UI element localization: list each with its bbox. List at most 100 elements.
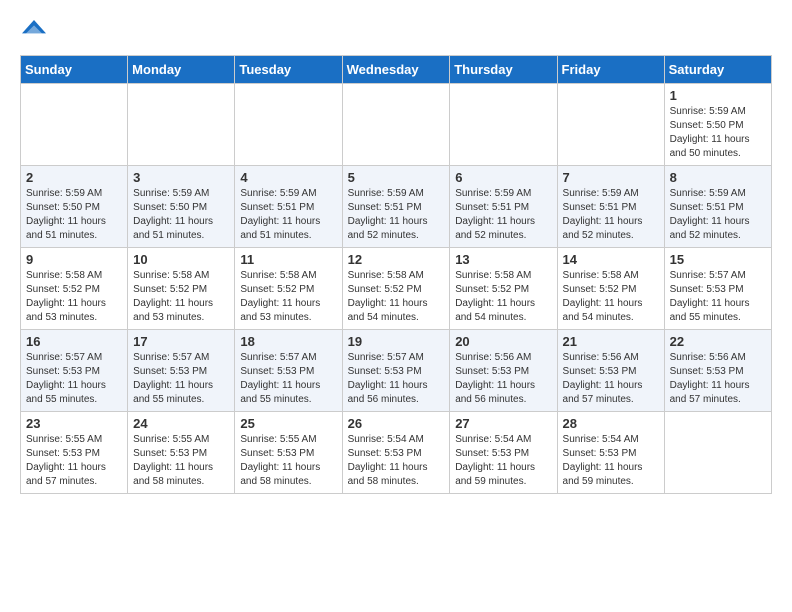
day-number: 23 [26, 416, 122, 431]
day-number: 21 [563, 334, 659, 349]
calendar-cell: 13 Sunrise: 5:58 AM Sunset: 5:52 PM Dayli… [450, 248, 557, 330]
day-header-row: SundayMondayTuesdayWednesdayThursdayFrid… [21, 56, 772, 84]
header [20, 20, 772, 45]
calendar-cell [235, 84, 342, 166]
calendar-cell [342, 84, 450, 166]
calendar-cell [664, 412, 771, 494]
day-number: 14 [563, 252, 659, 267]
calendar-cell: 24 Sunrise: 5:55 AM Sunset: 5:53 PM Dayli… [128, 412, 235, 494]
day-info: Sunrise: 5:57 AM Sunset: 5:53 PM Dayligh… [26, 351, 122, 407]
day-number: 4 [240, 170, 336, 185]
day-header-thursday: Thursday [450, 56, 557, 84]
day-number: 1 [670, 88, 766, 103]
day-info: Sunrise: 5:59 AM Sunset: 5:51 PM Dayligh… [455, 187, 551, 243]
day-info: Sunrise: 5:58 AM Sunset: 5:52 PM Dayligh… [348, 269, 445, 325]
day-info: Sunrise: 5:55 AM Sunset: 5:53 PM Dayligh… [240, 433, 336, 489]
day-number: 7 [563, 170, 659, 185]
calendar-cell: 20 Sunrise: 5:56 AM Sunset: 5:53 PM Dayli… [450, 330, 557, 412]
logo [20, 20, 50, 45]
day-info: Sunrise: 5:58 AM Sunset: 5:52 PM Dayligh… [133, 269, 229, 325]
calendar-cell: 22 Sunrise: 5:56 AM Sunset: 5:53 PM Dayli… [664, 330, 771, 412]
day-header-sunday: Sunday [21, 56, 128, 84]
day-info: Sunrise: 5:57 AM Sunset: 5:53 PM Dayligh… [133, 351, 229, 407]
day-info: Sunrise: 5:55 AM Sunset: 5:53 PM Dayligh… [26, 433, 122, 489]
day-header-wednesday: Wednesday [342, 56, 450, 84]
day-number: 17 [133, 334, 229, 349]
day-info: Sunrise: 5:57 AM Sunset: 5:53 PM Dayligh… [240, 351, 336, 407]
day-header-monday: Monday [128, 56, 235, 84]
day-info: Sunrise: 5:57 AM Sunset: 5:53 PM Dayligh… [348, 351, 445, 407]
day-number: 25 [240, 416, 336, 431]
day-number: 24 [133, 416, 229, 431]
calendar-cell: 3 Sunrise: 5:59 AM Sunset: 5:50 PM Daylig… [128, 166, 235, 248]
day-info: Sunrise: 5:59 AM Sunset: 5:50 PM Dayligh… [670, 105, 766, 161]
calendar-cell: 9Sunrise: 5:58 AM Sunset: 5:52 PM Daylig… [21, 248, 128, 330]
day-info: Sunrise: 5:54 AM Sunset: 5:53 PM Dayligh… [563, 433, 659, 489]
day-info: Sunrise: 5:57 AM Sunset: 5:53 PM Dayligh… [670, 269, 766, 325]
day-number: 8 [670, 170, 766, 185]
calendar-cell: 2 Sunrise: 5:59 AM Sunset: 5:50 PM Daylig… [21, 166, 128, 248]
calendar-cell: 11 Sunrise: 5:58 AM Sunset: 5:52 PM Dayli… [235, 248, 342, 330]
day-number: 2 [26, 170, 122, 185]
day-number: 12 [348, 252, 445, 267]
day-number: 26 [348, 416, 445, 431]
calendar-cell: 17 Sunrise: 5:57 AM Sunset: 5:53 PM Dayli… [128, 330, 235, 412]
calendar-cell: 25 Sunrise: 5:55 AM Sunset: 5:53 PM Dayli… [235, 412, 342, 494]
calendar-cell: 27 Sunrise: 5:54 AM Sunset: 5:53 PM Dayli… [450, 412, 557, 494]
calendar-cell: 16 Sunrise: 5:57 AM Sunset: 5:53 PM Dayli… [21, 330, 128, 412]
week-row-2: 2 Sunrise: 5:59 AM Sunset: 5:50 PM Daylig… [21, 166, 772, 248]
day-info: Sunrise: 5:58 AM Sunset: 5:52 PM Dayligh… [563, 269, 659, 325]
day-info: Sunrise: 5:59 AM Sunset: 5:51 PM Dayligh… [348, 187, 445, 243]
day-number: 20 [455, 334, 551, 349]
day-info: Sunrise: 5:58 AM Sunset: 5:52 PM Dayligh… [26, 269, 122, 325]
calendar-cell: 1 Sunrise: 5:59 AM Sunset: 5:50 PM Daylig… [664, 84, 771, 166]
calendar-cell: 26 Sunrise: 5:54 AM Sunset: 5:53 PM Dayli… [342, 412, 450, 494]
day-number: 15 [670, 252, 766, 267]
day-info: Sunrise: 5:59 AM Sunset: 5:51 PM Dayligh… [670, 187, 766, 243]
calendar-cell [128, 84, 235, 166]
calendar-cell [450, 84, 557, 166]
calendar-cell: 12 Sunrise: 5:58 AM Sunset: 5:52 PM Dayli… [342, 248, 450, 330]
day-header-friday: Friday [557, 56, 664, 84]
calendar-cell: 7Sunrise: 5:59 AM Sunset: 5:51 PM Daylig… [557, 166, 664, 248]
day-number: 16 [26, 334, 122, 349]
week-row-3: 9Sunrise: 5:58 AM Sunset: 5:52 PM Daylig… [21, 248, 772, 330]
calendar-cell: 15 Sunrise: 5:57 AM Sunset: 5:53 PM Dayli… [664, 248, 771, 330]
day-number: 3 [133, 170, 229, 185]
day-info: Sunrise: 5:59 AM Sunset: 5:50 PM Dayligh… [133, 187, 229, 243]
calendar-cell [21, 84, 128, 166]
calendar-cell: 28Sunrise: 5:54 AM Sunset: 5:53 PM Dayli… [557, 412, 664, 494]
day-info: Sunrise: 5:56 AM Sunset: 5:53 PM Dayligh… [455, 351, 551, 407]
calendar-cell: 5 Sunrise: 5:59 AM Sunset: 5:51 PM Daylig… [342, 166, 450, 248]
day-number: 11 [240, 252, 336, 267]
day-info: Sunrise: 5:55 AM Sunset: 5:53 PM Dayligh… [133, 433, 229, 489]
week-row-1: 1 Sunrise: 5:59 AM Sunset: 5:50 PM Daylig… [21, 84, 772, 166]
day-number: 5 [348, 170, 445, 185]
calendar-cell: 4 Sunrise: 5:59 AM Sunset: 5:51 PM Daylig… [235, 166, 342, 248]
day-number: 19 [348, 334, 445, 349]
day-number: 18 [240, 334, 336, 349]
calendar-table: SundayMondayTuesdayWednesdayThursdayFrid… [20, 55, 772, 494]
day-info: Sunrise: 5:54 AM Sunset: 5:53 PM Dayligh… [348, 433, 445, 489]
day-info: Sunrise: 5:58 AM Sunset: 5:52 PM Dayligh… [240, 269, 336, 325]
calendar-cell: 23 Sunrise: 5:55 AM Sunset: 5:53 PM Dayli… [21, 412, 128, 494]
calendar-cell: 6 Sunrise: 5:59 AM Sunset: 5:51 PM Daylig… [450, 166, 557, 248]
day-info: Sunrise: 5:54 AM Sunset: 5:53 PM Dayligh… [455, 433, 551, 489]
day-number: 6 [455, 170, 551, 185]
day-info: Sunrise: 5:59 AM Sunset: 5:51 PM Dayligh… [240, 187, 336, 243]
week-row-4: 16 Sunrise: 5:57 AM Sunset: 5:53 PM Dayli… [21, 330, 772, 412]
day-number: 13 [455, 252, 551, 267]
day-info: Sunrise: 5:56 AM Sunset: 5:53 PM Dayligh… [670, 351, 766, 407]
calendar-cell: 8 Sunrise: 5:59 AM Sunset: 5:51 PM Daylig… [664, 166, 771, 248]
calendar-cell: 10Sunrise: 5:58 AM Sunset: 5:52 PM Dayli… [128, 248, 235, 330]
calendar-cell: 19 Sunrise: 5:57 AM Sunset: 5:53 PM Dayli… [342, 330, 450, 412]
day-header-saturday: Saturday [664, 56, 771, 84]
day-header-tuesday: Tuesday [235, 56, 342, 84]
day-info: Sunrise: 5:58 AM Sunset: 5:52 PM Dayligh… [455, 269, 551, 325]
calendar-cell: 18 Sunrise: 5:57 AM Sunset: 5:53 PM Dayli… [235, 330, 342, 412]
day-number: 27 [455, 416, 551, 431]
week-row-5: 23 Sunrise: 5:55 AM Sunset: 5:53 PM Dayli… [21, 412, 772, 494]
calendar-cell: 21Sunrise: 5:56 AM Sunset: 5:53 PM Dayli… [557, 330, 664, 412]
day-info: Sunrise: 5:59 AM Sunset: 5:50 PM Dayligh… [26, 187, 122, 243]
day-number: 22 [670, 334, 766, 349]
